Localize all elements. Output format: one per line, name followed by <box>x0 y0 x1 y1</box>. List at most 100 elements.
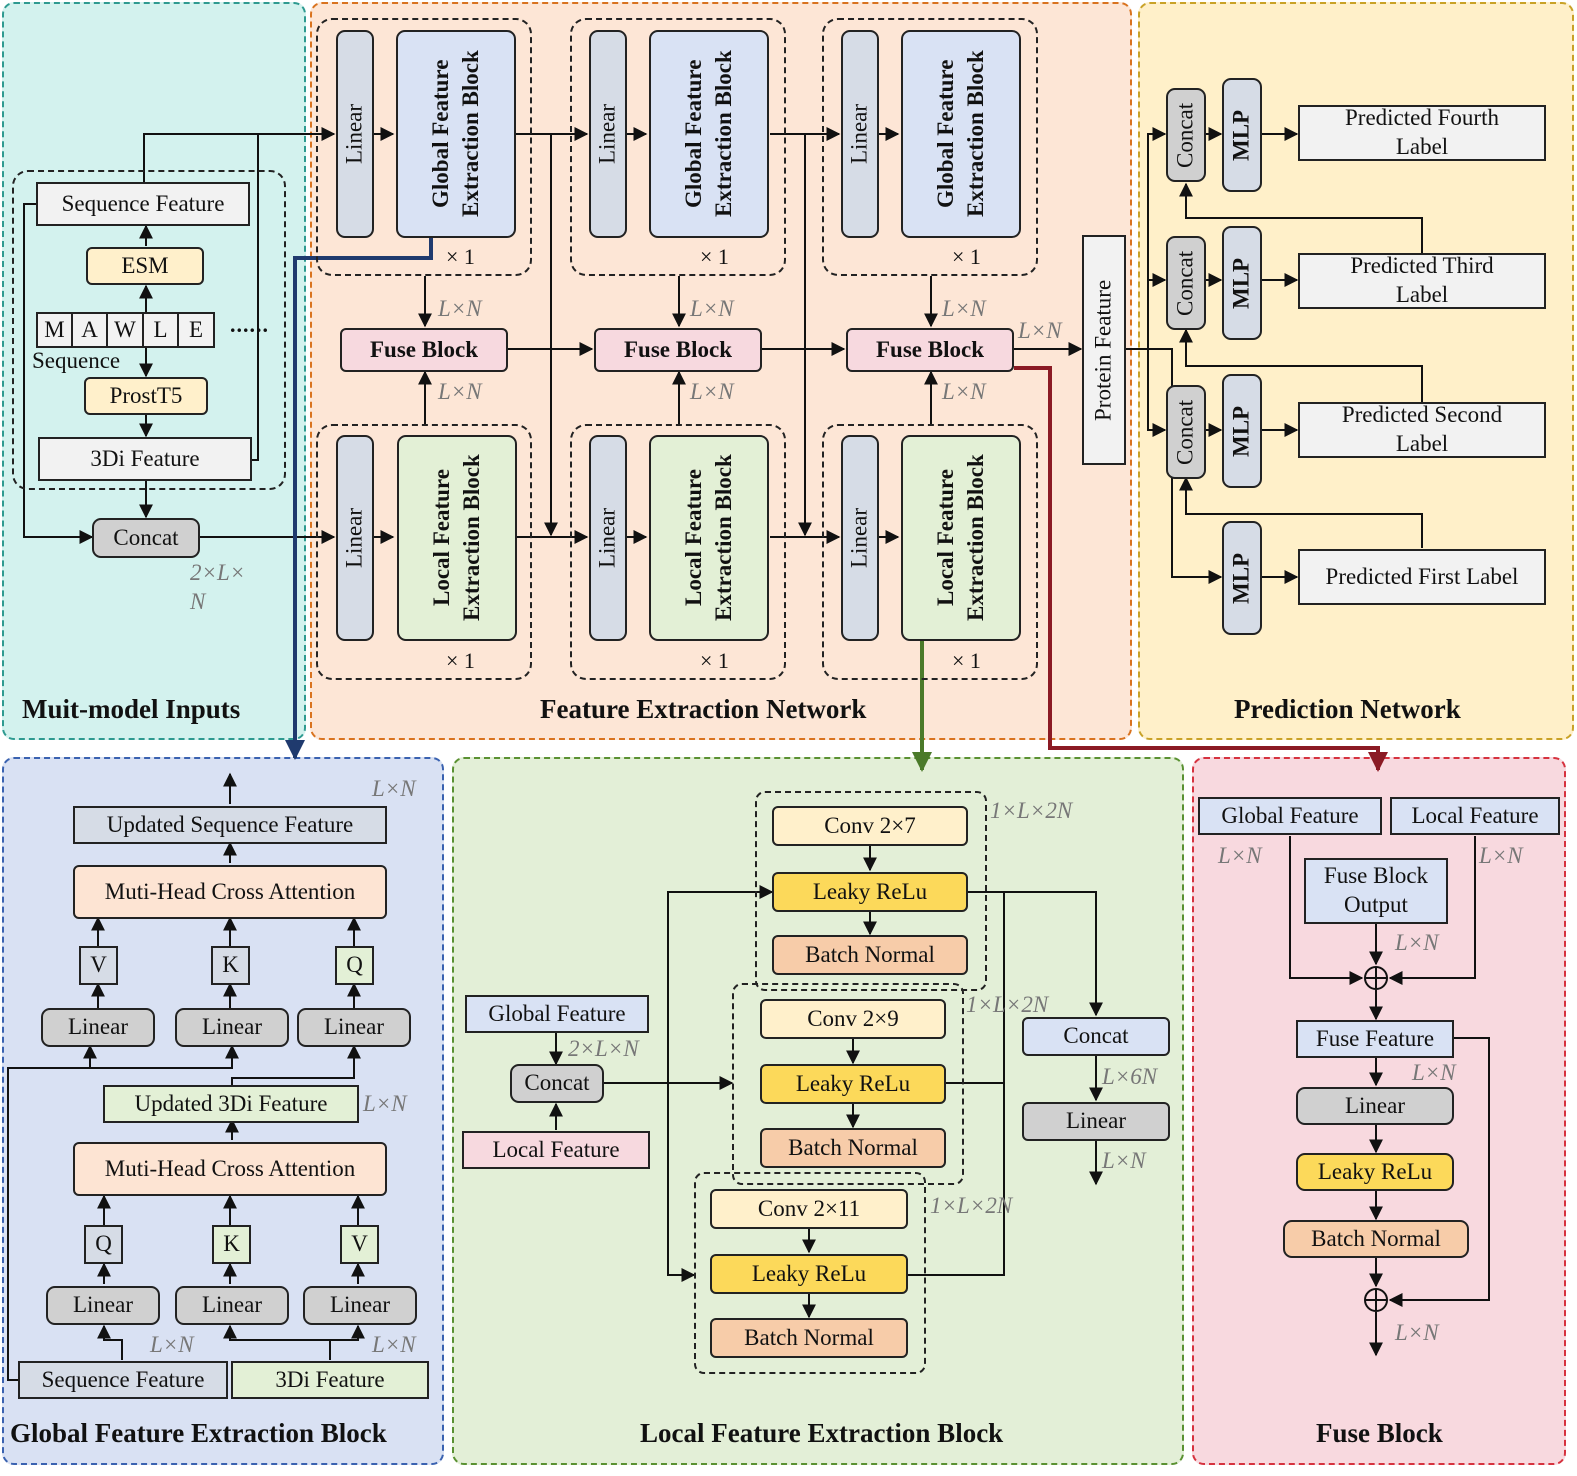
linear-box: Linear <box>1022 1102 1170 1141</box>
cross-attention-box: Muti-Head Cross Attention <box>73 1142 387 1196</box>
fuse-block-button[interactable]: Fuse Block <box>846 328 1014 372</box>
predicted-label-box: Predicted Second Label <box>1298 402 1546 458</box>
dim-label: 1×L×2N <box>966 992 1049 1017</box>
sequence-label: Sequence <box>32 348 121 373</box>
dim-label: L×N <box>942 379 986 404</box>
concat-box: Concat <box>1166 88 1206 182</box>
local-feature-box: Local Feature <box>1390 797 1560 835</box>
linear-box: Linear <box>841 30 879 238</box>
leaky-relu-box: Leaky ReLu <box>1296 1153 1454 1191</box>
add-icon <box>1364 966 1388 990</box>
dim-label: L×N <box>1395 930 1439 955</box>
repeat-label: × 1 <box>700 648 729 673</box>
sequence-letters: M A W L E <box>36 312 215 348</box>
concat-dim-label-cont: N <box>190 589 206 614</box>
local-feature-box: Local Feature <box>462 1131 650 1169</box>
mlp-box: MLP <box>1222 374 1262 488</box>
mlp-box: MLP <box>1222 521 1262 635</box>
dim-label: L×N <box>1479 843 1523 868</box>
linear-box: Linear <box>841 435 879 641</box>
esm-box: ESM <box>86 247 204 285</box>
concat-box: Concat <box>1166 385 1206 479</box>
linear-box: Linear <box>336 30 374 238</box>
sequence-letter: L <box>142 312 179 348</box>
local-feature-extraction-block[interactable]: Local Feature Extraction Block <box>901 435 1021 641</box>
dim-label: 1×L×2N <box>930 1193 1013 1218</box>
global-feature-box: Global Feature <box>465 995 649 1033</box>
global-block-title: Global Feature Extraction Block <box>10 1418 387 1448</box>
key-box: K <box>212 1225 251 1264</box>
linear-box: Linear <box>41 1008 155 1047</box>
value-box: V <box>79 946 118 985</box>
local-feature-extraction-block[interactable]: Local Feature Extraction Block <box>397 435 517 641</box>
cross-attention-box: Muti-Head Cross Attention <box>73 865 387 919</box>
fuse-block-title: Fuse Block <box>1316 1418 1443 1448</box>
add-icon <box>1364 1288 1388 1312</box>
dim-label: L×N <box>1218 843 1262 868</box>
global-feature-extraction-block[interactable]: Global Feature Extraction Block <box>396 30 516 238</box>
local-block-title: Local Feature Extraction Block <box>640 1418 1004 1448</box>
dim-label: L×N <box>690 296 734 321</box>
feature-network-title: Feature Extraction Network <box>540 694 867 724</box>
updated-sequence-feature-box: Updated Sequence Feature <box>73 806 387 844</box>
fuse-block-button[interactable]: Fuse Block <box>594 328 762 372</box>
sequence-letter: M <box>36 312 73 348</box>
batch-normal-box: Batch Normal <box>760 1128 946 1168</box>
fuse-feature-box: Fuse Feature <box>1296 1020 1454 1058</box>
sequence-feature-box: Sequence Feature <box>36 182 250 226</box>
dim-label: L×N <box>1412 1060 1456 1085</box>
3di-feature-box: 3Di Feature <box>38 437 252 481</box>
leaky-relu-box: Leaky ReLu <box>772 872 968 912</box>
dim-label: L×N <box>1395 1320 1439 1345</box>
concat-box: Concat <box>510 1064 604 1103</box>
global-feature-box: Global Feature <box>1198 797 1382 835</box>
updated-3di-feature-box: Updated 3Di Feature <box>103 1085 359 1123</box>
mlp-box: MLP <box>1222 78 1262 192</box>
query-box: Q <box>84 1225 123 1264</box>
sequence-letter: A <box>71 312 108 348</box>
sequence-feature-box: Sequence Feature <box>18 1361 228 1399</box>
batch-normal-box: Batch Normal <box>772 935 968 975</box>
mlp-box: MLP <box>1222 226 1262 340</box>
leaky-relu-box: Leaky ReLu <box>760 1064 946 1104</box>
dim-label: L×N <box>438 296 482 321</box>
sequence-letter: W <box>106 312 144 348</box>
dim-label: L×N <box>372 1332 416 1357</box>
repeat-label: × 1 <box>952 648 981 673</box>
linear-box: Linear <box>303 1286 417 1325</box>
concat-box: Concat <box>1166 236 1206 330</box>
linear-box: Linear <box>1296 1087 1454 1125</box>
sequence-letter: E <box>177 312 215 348</box>
predicted-label-box: Predicted Fourth Label <box>1298 105 1546 161</box>
prostt5-box: ProstT5 <box>84 377 208 415</box>
leaky-relu-box: Leaky ReLu <box>710 1254 908 1294</box>
linear-box: Linear <box>297 1008 411 1047</box>
local-feature-extraction-block[interactable]: Local Feature Extraction Block <box>649 435 769 641</box>
dim-label: L×N <box>438 379 482 404</box>
dim-label: 2×L×N <box>568 1036 639 1061</box>
dim-label: 1×L×2N <box>990 798 1073 823</box>
global-feature-extraction-block[interactable]: Global Feature Extraction Block <box>901 30 1021 238</box>
sequence-ellipsis: ...... <box>230 312 269 337</box>
repeat-label: × 1 <box>446 244 475 269</box>
protein-feature-box: Protein Feature <box>1082 235 1126 465</box>
dim-label: L×N <box>363 1091 407 1116</box>
linear-box: Linear <box>589 30 627 238</box>
linear-box: Linear <box>589 435 627 641</box>
dim-label: L×N <box>372 776 416 801</box>
fuse-block-button[interactable]: Fuse Block <box>340 328 508 372</box>
value-box: V <box>340 1225 379 1264</box>
repeat-label: × 1 <box>446 648 475 673</box>
batch-normal-box: Batch Normal <box>1283 1220 1469 1258</box>
global-feature-extraction-block[interactable]: Global Feature Extraction Block <box>649 30 769 238</box>
linear-box: Linear <box>46 1286 160 1325</box>
conv-box: Conv 2×7 <box>772 806 968 846</box>
inputs-title: Muit-model Inputs <box>22 694 241 724</box>
batch-normal-box: Batch Normal <box>710 1318 908 1358</box>
dim-label: L×N <box>942 296 986 321</box>
dim-label: L×6N <box>1102 1064 1158 1089</box>
dim-label: L×N <box>150 1332 194 1357</box>
dim-label: L×N <box>1102 1148 1146 1173</box>
predicted-label-box: Predicted Third Label <box>1298 253 1546 309</box>
conv-box: Conv 2×9 <box>760 999 946 1039</box>
